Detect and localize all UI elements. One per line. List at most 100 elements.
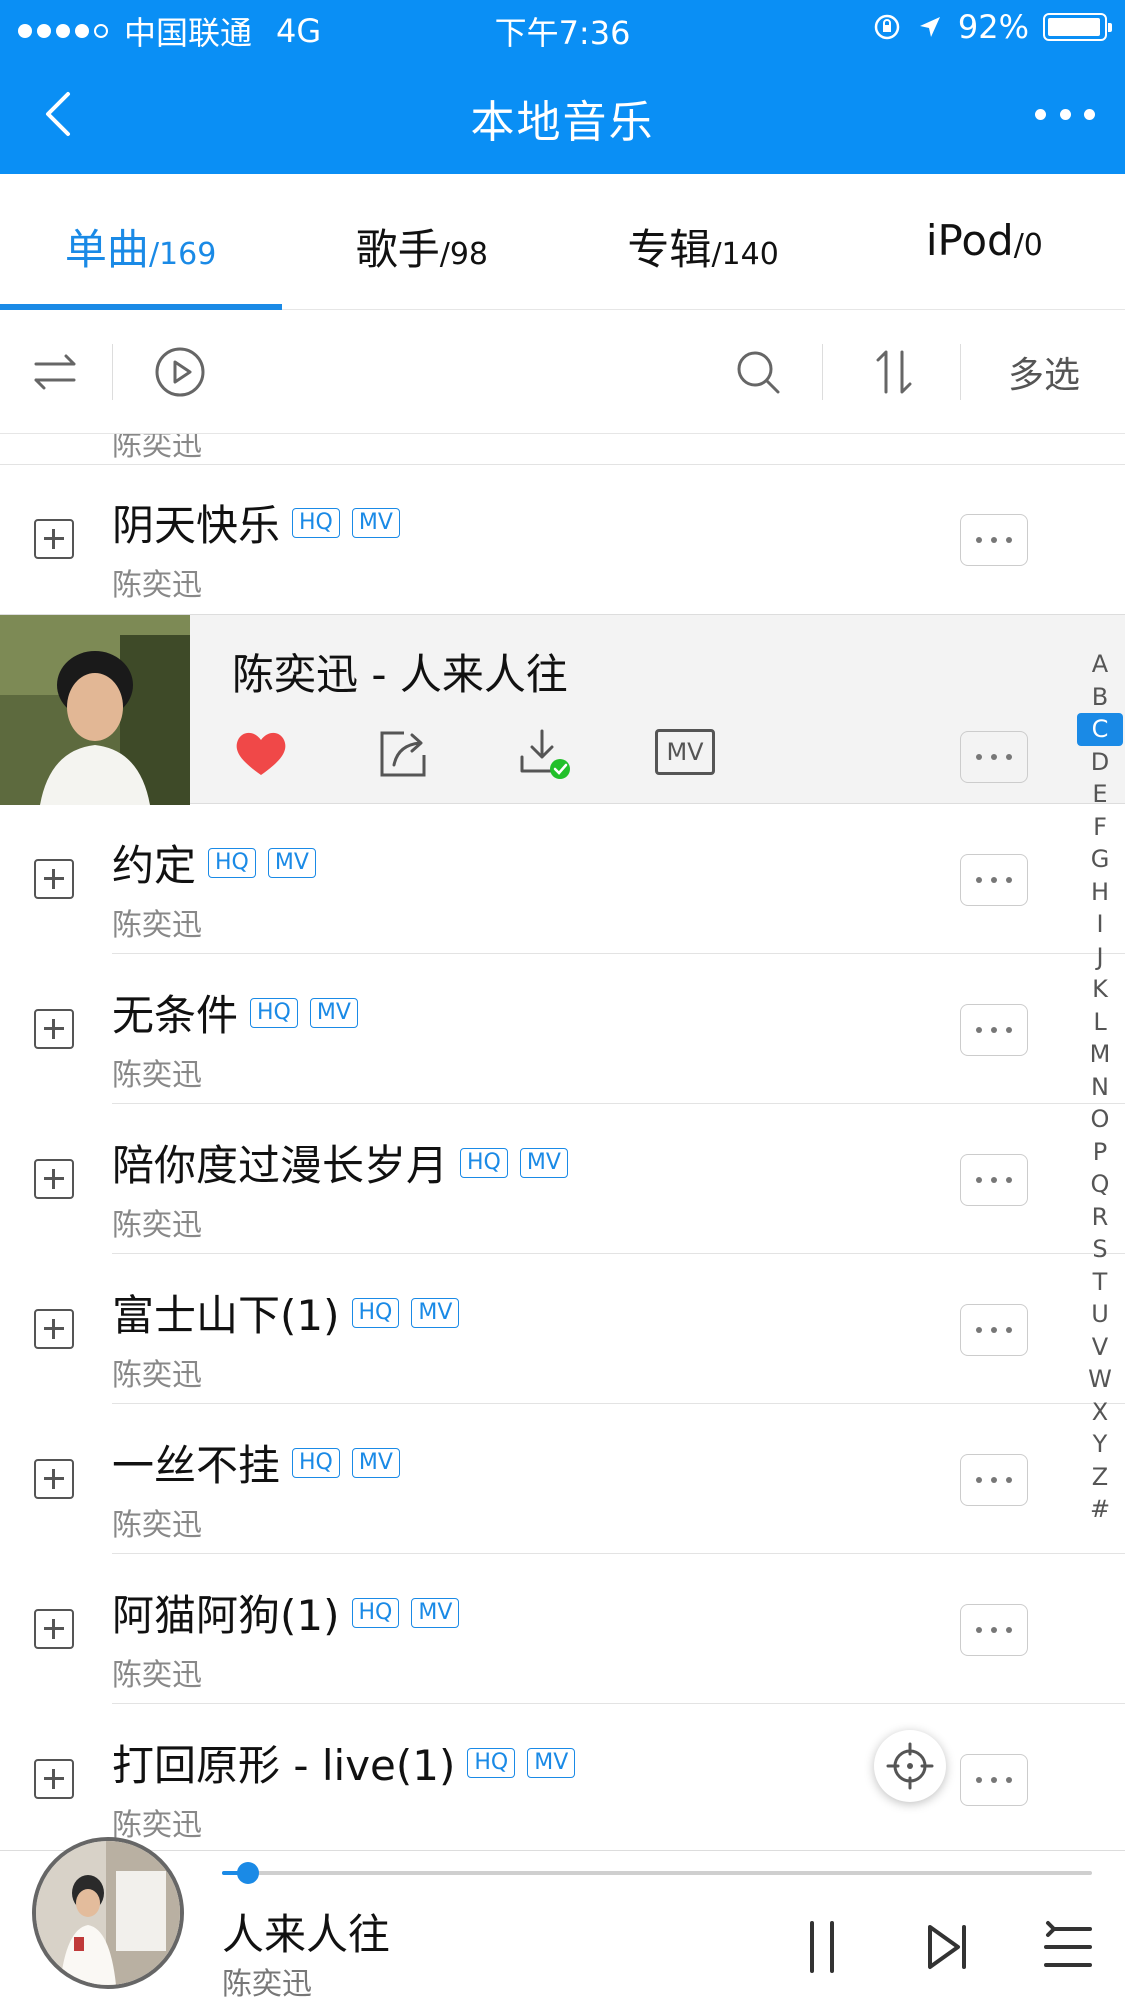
- list-item[interactable]: 阿猫阿狗(1) HQ MV 陈奕迅: [0, 1554, 1125, 1704]
- index-letter-w[interactable]: W: [1077, 1363, 1123, 1396]
- list-item[interactable]: 富士山下(1) HQ MV 陈奕迅: [0, 1254, 1125, 1404]
- song-more-button[interactable]: [960, 854, 1028, 906]
- index-letter-d[interactable]: D: [1077, 746, 1123, 779]
- now-playing-cover[interactable]: [32, 1837, 184, 1989]
- index-letter-z[interactable]: Z: [1077, 1461, 1123, 1494]
- index-letter-g[interactable]: G: [1077, 843, 1123, 876]
- hq-badge: HQ: [292, 1447, 340, 1478]
- index-letter-o[interactable]: O: [1077, 1103, 1123, 1136]
- play-all-icon[interactable]: [148, 340, 212, 404]
- song-title: 陪你度过漫长岁月: [112, 1141, 449, 1190]
- mv-icon[interactable]: MV: [655, 729, 715, 775]
- list-item[interactable]: 阴天快乐 HQ MV 陈奕迅: [0, 464, 1125, 614]
- next-track-icon[interactable]: [918, 1917, 978, 1977]
- song-more-button[interactable]: [960, 1454, 1028, 1506]
- index-letter-r[interactable]: R: [1077, 1201, 1123, 1234]
- index-letter-i[interactable]: I: [1077, 908, 1123, 941]
- progress-knob[interactable]: [237, 1862, 260, 1884]
- song-title: 约定: [112, 841, 197, 890]
- list-item[interactable]: 打回原形 - live(1) HQ MV 陈奕迅: [0, 1704, 1125, 1850]
- downloaded-icon[interactable]: [516, 727, 574, 779]
- index-letter-f[interactable]: F: [1077, 811, 1123, 844]
- song-artist: 陈奕迅: [112, 568, 202, 603]
- index-letter-c[interactable]: C: [1077, 713, 1123, 746]
- shuffle-sort-icon[interactable]: [24, 340, 88, 404]
- index-letter-b[interactable]: B: [1077, 681, 1123, 714]
- hq-badge: HQ: [250, 997, 298, 1028]
- song-title: 阿猫阿狗(1): [112, 1591, 340, 1640]
- song-more-button[interactable]: [960, 1604, 1028, 1656]
- add-to-playlist-icon[interactable]: [34, 1459, 74, 1499]
- list-item[interactable]: 约定 HQ MV 陈奕迅: [0, 804, 1125, 954]
- song-more-button[interactable]: [960, 514, 1028, 566]
- mv-badge[interactable]: MV: [411, 1597, 460, 1628]
- song-more-button[interactable]: [960, 1004, 1028, 1056]
- index-letter-x[interactable]: X: [1077, 1396, 1123, 1429]
- alphabet-index-bar[interactable]: A B C D E F G H I J K L M N O P Q R S T U V W X Y Z #: [1077, 648, 1123, 1526]
- add-to-playlist-icon[interactable]: [34, 1759, 74, 1799]
- index-letter-hash[interactable]: #: [1077, 1493, 1123, 1526]
- index-letter-j[interactable]: J: [1077, 941, 1123, 974]
- partial-artist-text: 陈奕迅: [112, 434, 202, 463]
- locate-current-song-button[interactable]: [874, 1730, 946, 1802]
- index-letter-m[interactable]: M: [1077, 1038, 1123, 1071]
- mv-badge[interactable]: MV: [411, 1297, 460, 1328]
- index-letter-k[interactable]: K: [1077, 973, 1123, 1006]
- add-to-playlist-icon[interactable]: [34, 859, 74, 899]
- add-to-playlist-icon[interactable]: [34, 1009, 74, 1049]
- index-letter-p[interactable]: P: [1077, 1136, 1123, 1169]
- mini-player: 人来人往 陈奕迅: [0, 1837, 1125, 2000]
- multi-select-button[interactable]: 多选: [1008, 346, 1080, 398]
- pause-icon[interactable]: [792, 1917, 852, 1977]
- index-letter-a[interactable]: A: [1077, 648, 1123, 681]
- tab-artists[interactable]: 歌手/98: [281, 174, 562, 309]
- add-to-playlist-icon[interactable]: [34, 1309, 74, 1349]
- list-toolbar: 多选: [0, 310, 1125, 434]
- index-letter-s[interactable]: S: [1077, 1233, 1123, 1266]
- mv-badge[interactable]: MV: [309, 997, 358, 1028]
- list-item[interactable]: 陪你度过漫长岁月 HQ MV 陈奕迅: [0, 1104, 1125, 1254]
- add-to-playlist-icon[interactable]: [34, 1159, 74, 1199]
- song-title: 阴天快乐: [112, 501, 281, 550]
- list-item[interactable]: 一丝不挂 HQ MV 陈奕迅: [0, 1404, 1125, 1554]
- favorite-heart-icon[interactable]: [232, 727, 290, 779]
- song-title: 打回原形 - live(1): [112, 1741, 456, 1790]
- playback-progress-bar[interactable]: [222, 1862, 1092, 1884]
- index-letter-y[interactable]: Y: [1077, 1428, 1123, 1461]
- song-artist: 陈奕迅: [112, 1508, 202, 1543]
- index-letter-l[interactable]: L: [1077, 1006, 1123, 1039]
- song-title: 富士山下(1): [112, 1291, 340, 1340]
- search-icon[interactable]: [726, 340, 790, 404]
- more-options-icon[interactable]: [1035, 96, 1095, 132]
- sort-icon[interactable]: [862, 340, 926, 404]
- add-to-playlist-icon[interactable]: [34, 519, 74, 559]
- index-letter-t[interactable]: T: [1077, 1266, 1123, 1299]
- tab-ipod[interactable]: iPod/0: [844, 174, 1125, 309]
- playlist-icon[interactable]: [1040, 1917, 1100, 1977]
- index-letter-n[interactable]: N: [1077, 1071, 1123, 1104]
- list-item[interactable]: 无条件 HQ MV 陈奕迅: [0, 954, 1125, 1104]
- index-letter-u[interactable]: U: [1077, 1298, 1123, 1331]
- song-more-button[interactable]: [960, 1154, 1028, 1206]
- mv-badge[interactable]: MV: [267, 847, 316, 878]
- add-to-playlist-icon[interactable]: [34, 1609, 74, 1649]
- tab-albums[interactable]: 专辑/140: [563, 174, 844, 309]
- status-bar: 中国联通 4G 下午7:36 92%: [0, 0, 1125, 56]
- hq-badge: HQ: [208, 847, 256, 878]
- mv-badge[interactable]: MV: [527, 1747, 576, 1778]
- index-letter-e[interactable]: E: [1077, 778, 1123, 811]
- battery-percent: 92%: [957, 8, 1029, 46]
- mv-badge[interactable]: MV: [351, 507, 400, 538]
- index-letter-q[interactable]: Q: [1077, 1168, 1123, 1201]
- song-more-button[interactable]: [960, 1754, 1028, 1806]
- index-letter-h[interactable]: H: [1077, 876, 1123, 909]
- category-tabs: 单曲/169 歌手/98 专辑/140 iPod/0: [0, 174, 1125, 310]
- mv-badge[interactable]: MV: [519, 1147, 568, 1178]
- song-more-button[interactable]: [960, 1304, 1028, 1356]
- mv-badge[interactable]: MV: [351, 1447, 400, 1478]
- song-more-button[interactable]: [960, 731, 1028, 783]
- index-letter-v[interactable]: V: [1077, 1331, 1123, 1364]
- tab-songs[interactable]: 单曲/169: [0, 174, 283, 310]
- song-artist: 陈奕迅: [112, 1058, 202, 1093]
- share-icon[interactable]: [374, 727, 432, 779]
